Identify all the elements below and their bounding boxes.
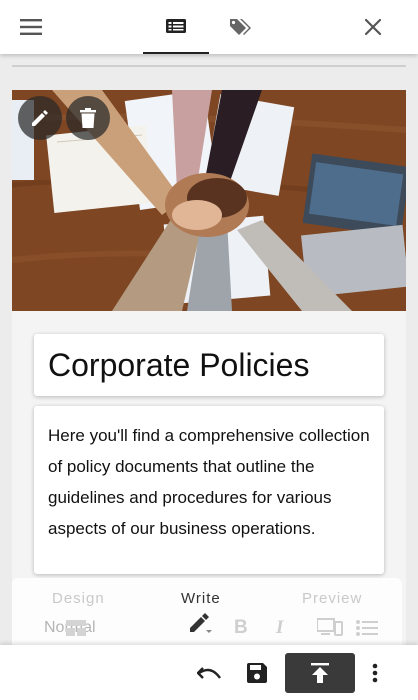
save-button[interactable] xyxy=(240,645,274,700)
more-options-button[interactable] xyxy=(362,645,388,700)
close-button[interactable] xyxy=(352,0,394,54)
mode-preview-tab[interactable]: Preview xyxy=(302,590,362,607)
mode-write-tab[interactable]: Write xyxy=(181,590,221,607)
mode-design-tab[interactable]: Design xyxy=(52,590,105,607)
tags-icon xyxy=(230,19,251,35)
page-description: Here you'll find a comprehensive collect… xyxy=(48,426,370,538)
bullet-list-icon[interactable] xyxy=(356,616,378,640)
undo-button[interactable] xyxy=(192,645,226,700)
tab-article[interactable] xyxy=(143,0,209,54)
close-icon xyxy=(364,18,382,36)
save-icon xyxy=(247,662,267,683)
publish-button[interactable] xyxy=(285,653,355,693)
edit-icon xyxy=(32,110,48,126)
more-icon xyxy=(372,663,378,682)
menu-icon xyxy=(20,19,42,35)
delete-image-button[interactable] xyxy=(66,96,110,140)
edit-image-button[interactable] xyxy=(18,96,62,140)
divider xyxy=(12,65,406,67)
tab-tags[interactable] xyxy=(213,0,269,54)
description-block[interactable]: Here you'll find a comprehensive collect… xyxy=(34,406,384,574)
hero-image xyxy=(12,90,406,311)
write-pen-icon[interactable] xyxy=(188,610,214,634)
bottom-action-bar xyxy=(0,645,418,700)
bold-button[interactable]: B xyxy=(234,616,248,640)
editor-toolbar: Design Write Preview Normal B I xyxy=(12,578,402,648)
preview-device-icon xyxy=(317,616,343,640)
italic-button[interactable]: I xyxy=(276,616,283,640)
page-title: Corporate Policies xyxy=(48,347,310,383)
publish-icon xyxy=(311,663,329,683)
article-icon xyxy=(166,19,186,33)
layout-icon xyxy=(66,616,86,640)
page-card: Corporate Policies Here you'll find a co… xyxy=(12,90,406,650)
top-app-bar xyxy=(0,0,418,54)
delete-icon xyxy=(80,108,96,128)
undo-icon xyxy=(197,666,221,679)
title-block[interactable]: Corporate Policies xyxy=(34,334,384,396)
menu-button[interactable] xyxy=(10,0,52,54)
